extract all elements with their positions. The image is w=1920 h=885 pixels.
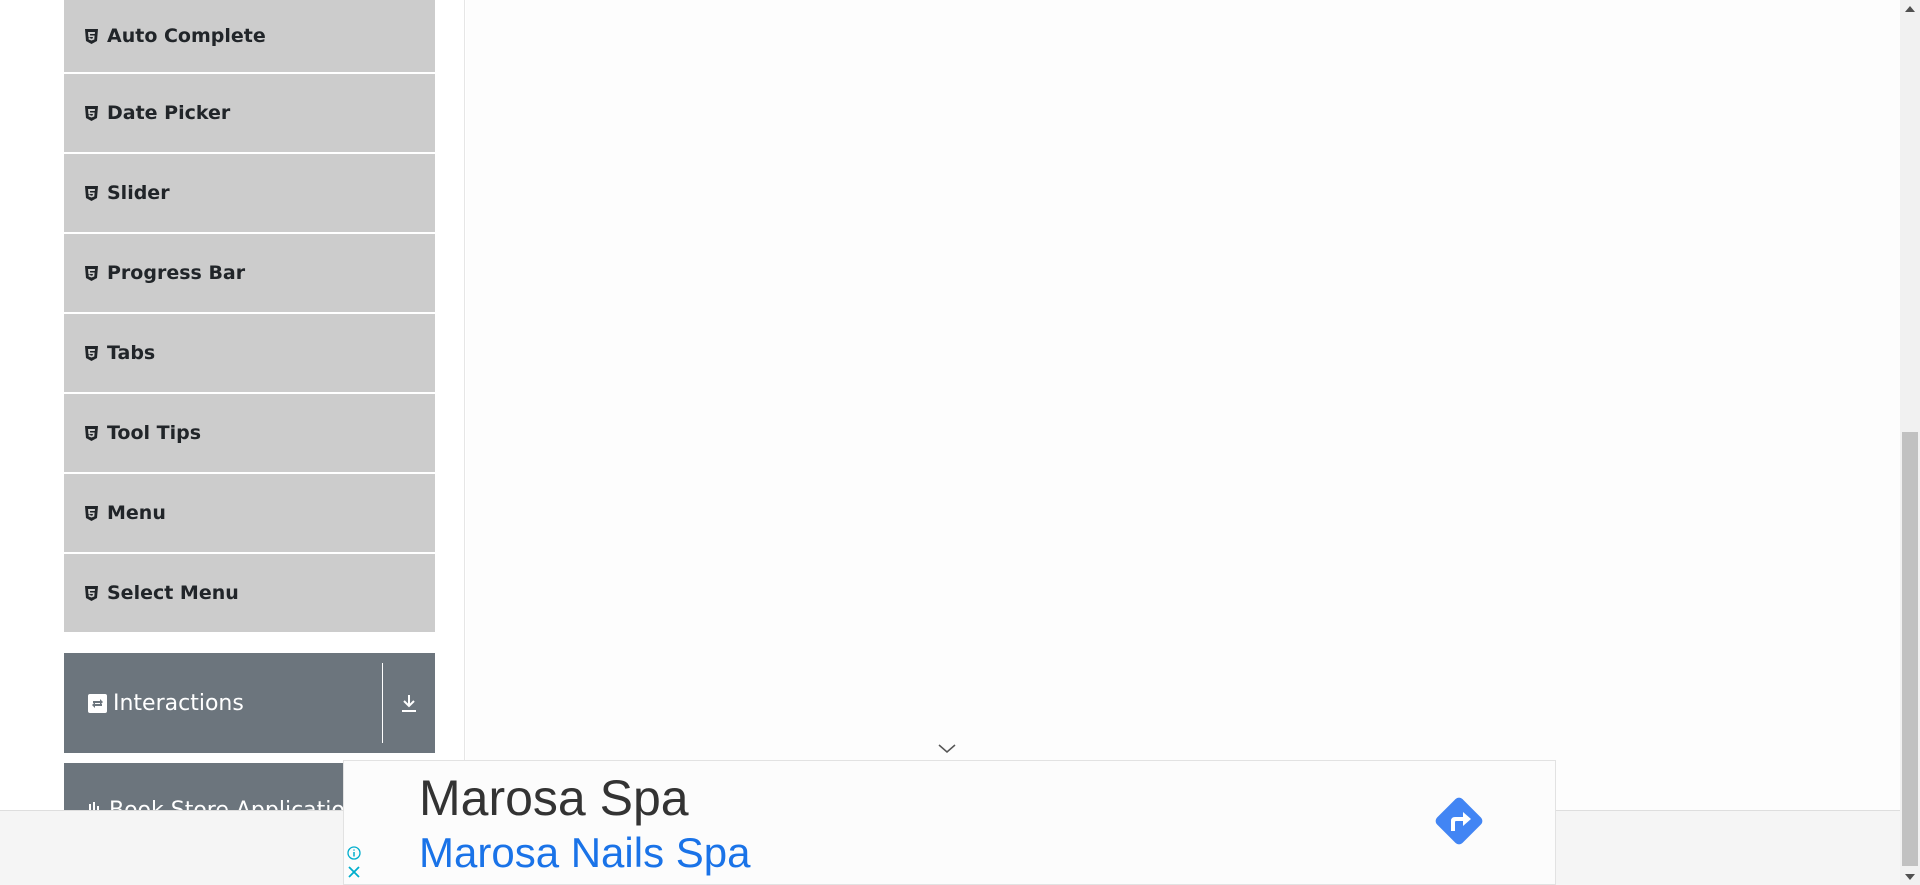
html5-icon xyxy=(83,185,100,202)
menu-item-label: Slider xyxy=(107,182,170,204)
scroll-down-button[interactable] xyxy=(1900,868,1920,885)
html5-icon xyxy=(83,585,100,602)
menu-item-tabs[interactable]: Tabs xyxy=(64,313,435,393)
triangle-up-icon xyxy=(1905,5,1915,12)
html5-icon xyxy=(83,345,100,362)
book-store-icon xyxy=(88,798,103,810)
triangle-down-icon xyxy=(1905,873,1915,880)
menu-item-label: Select Menu xyxy=(107,582,239,604)
html5-icon xyxy=(83,105,100,122)
interactions-icon xyxy=(88,693,107,713)
directions-icon[interactable] xyxy=(1429,791,1489,851)
group-toggle-button[interactable] xyxy=(382,663,435,743)
element-list: Auto Complete Date Picker Slider Progres… xyxy=(64,0,435,633)
menu-item-slider[interactable]: Slider xyxy=(64,153,435,233)
html5-icon xyxy=(83,28,100,45)
html5-icon xyxy=(83,425,100,442)
scrollbar-thumb[interactable] xyxy=(1902,432,1918,866)
group-header-label: Book Store Application xyxy=(109,798,343,810)
html5-icon xyxy=(83,265,100,282)
menu-item-label: Tool Tips xyxy=(107,422,202,444)
ad-info-icon[interactable] xyxy=(346,845,362,861)
group-header-book-store[interactable]: Book Store Application xyxy=(64,763,343,810)
menu-item-label: Date Picker xyxy=(107,102,231,124)
menu-item-auto-complete[interactable]: Auto Complete xyxy=(64,0,435,73)
ad-collapse-button[interactable] xyxy=(936,740,958,758)
ad-banner[interactable]: Marosa Spa Marosa Nails Spa xyxy=(343,760,1556,885)
menu-item-tool-tips[interactable]: Tool Tips xyxy=(64,393,435,473)
ad-subtitle[interactable]: Marosa Nails Spa xyxy=(419,829,750,877)
download-icon xyxy=(402,695,416,712)
vertical-scrollbar[interactable] xyxy=(1900,0,1920,885)
group-header-interactions[interactable]: Interactions xyxy=(64,653,435,753)
menu-item-select-menu[interactable]: Select Menu xyxy=(64,553,435,633)
menu-item-progress-bar[interactable]: Progress Bar xyxy=(64,233,435,313)
main-content xyxy=(466,0,1900,885)
page: Auto Complete Date Picker Slider Progres… xyxy=(0,0,1920,885)
html5-icon xyxy=(83,505,100,522)
menu-item-date-picker[interactable]: Date Picker xyxy=(64,73,435,153)
scroll-up-button[interactable] xyxy=(1900,0,1920,17)
menu-item-menu[interactable]: Menu xyxy=(64,473,435,553)
ad-title[interactable]: Marosa Spa xyxy=(419,769,689,827)
chevron-down-icon xyxy=(938,744,956,753)
menu-item-label: Auto Complete xyxy=(107,25,266,47)
ad-close-icon[interactable] xyxy=(346,864,362,880)
menu-item-label: Menu xyxy=(107,502,166,524)
left-panel: Auto Complete Date Picker Slider Progres… xyxy=(0,0,465,885)
menu-item-label: Tabs xyxy=(107,342,156,364)
group-header-label: Interactions xyxy=(113,690,244,716)
menu-item-label: Progress Bar xyxy=(107,262,246,284)
